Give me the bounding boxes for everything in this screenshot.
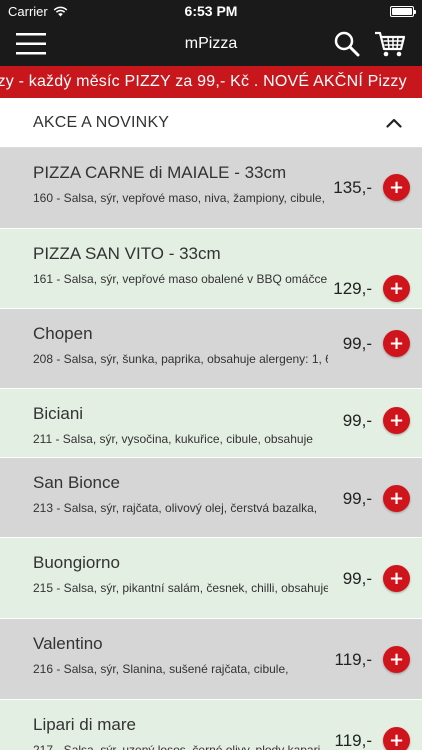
section-header[interactable]: AKCE A NOVINKY (0, 98, 422, 148)
add-to-cart-button[interactable]: + (383, 330, 410, 357)
menu-item[interactable]: San Bionce 213 - Salsa, sýr, rajčata, oli… (0, 458, 422, 538)
add-to-cart-button[interactable]: + (383, 407, 410, 434)
add-to-cart-button[interactable]: + (383, 646, 410, 673)
plus-icon: + (388, 409, 405, 431)
plus-icon: + (388, 277, 405, 299)
item-description: 215 - Salsa, sýr, pikantní salám, česnek… (33, 581, 328, 595)
item-description: 211 - Salsa, sýr, vysočina, kukuřice, ci… (33, 432, 313, 446)
search-button[interactable] (334, 31, 360, 57)
item-description: 161 - Salsa, sýr, vepřové maso obalené v… (33, 272, 328, 286)
plus-icon: + (388, 487, 405, 509)
item-description: 160 - Salsa, sýr, vepřové maso, niva, ža… (33, 191, 325, 205)
status-right (390, 5, 416, 17)
ticker-text: OVÉ AKČNÍ Pizzy - každý měsíc PIZZY za 9… (0, 73, 407, 90)
add-to-cart-button[interactable]: + (383, 727, 410, 750)
item-price: 135,- (333, 178, 372, 197)
plus-icon: + (388, 176, 405, 198)
item-description: 208 - Salsa, sýr, šunka, paprika, obsahu… (33, 352, 328, 366)
item-price: 129,- (333, 279, 372, 298)
hamburger-menu-button[interactable] (16, 33, 46, 55)
promo-ticker: OVÉ AKČNÍ Pizzy - každý měsíc PIZZY za 9… (0, 66, 422, 98)
chevron-up-icon[interactable] (386, 118, 402, 128)
menu-item[interactable]: PIZZA SAN VITO - 33cm 161 - Salsa, sýr, v… (0, 229, 422, 309)
item-name: PIZZA SAN VITO - 33cm (33, 244, 221, 263)
hamburger-icon (16, 33, 46, 55)
plus-icon: + (388, 567, 405, 589)
item-description: 213 - Salsa, sýr, rajčata, olivový olej,… (33, 501, 318, 515)
item-price: 99,- (342, 334, 372, 353)
plus-icon: + (388, 648, 405, 670)
add-to-cart-button[interactable]: + (383, 275, 410, 302)
item-price: 99,- (342, 489, 372, 508)
item-description: 216 - Salsa, sýr, Slanina, sušené rajčat… (33, 662, 289, 676)
menu-item[interactable]: Buongiorno 215 - Salsa, sýr, pikantní sal… (0, 538, 422, 619)
wifi-icon (53, 6, 68, 16)
cart-icon (375, 31, 406, 57)
menu-item[interactable]: Chopen 208 - Salsa, sýr, šunka, paprika, … (0, 309, 422, 389)
menu-item[interactable]: Biciani 211 - Salsa, sýr, vysočina, kukuř… (0, 389, 422, 458)
item-price: 99,- (342, 569, 372, 588)
item-price: 99,- (342, 411, 372, 430)
carrier-label: Carrier (8, 3, 48, 19)
nav-actions (334, 30, 406, 58)
menu-item[interactable]: Lipari di mare 217 - Salsa, sýr, uzený lo… (0, 700, 422, 750)
status-left: Carrier (8, 4, 68, 19)
nav-bar: mPizza (0, 22, 422, 66)
search-icon (334, 31, 360, 57)
battery-icon (390, 5, 416, 17)
battery-fill (392, 7, 412, 15)
status-bar: Carrier 6:53 PM (0, 0, 422, 22)
cart-button[interactable] (374, 30, 406, 58)
plus-icon: + (388, 729, 405, 750)
plus-icon: + (388, 332, 405, 354)
menu-item[interactable]: Valentino 216 - Salsa, sýr, Slanina, suše… (0, 619, 422, 700)
menu-list: PIZZA CARNE di MAIALE - 33cm 160 - Salsa,… (0, 148, 422, 750)
menu-item[interactable]: PIZZA CARNE di MAIALE - 33cm 160 - Salsa,… (0, 148, 422, 229)
item-description: 217 - Salsa, sýr, uzený losos, černé oli… (33, 743, 324, 750)
section-title: AKCE A NOVINKY (33, 113, 170, 131)
add-to-cart-button[interactable]: + (383, 174, 410, 201)
add-to-cart-button[interactable]: + (383, 565, 410, 592)
add-to-cart-button[interactable]: + (383, 485, 410, 512)
item-price: 119,- (334, 731, 373, 750)
item-price: 119,- (334, 650, 373, 669)
